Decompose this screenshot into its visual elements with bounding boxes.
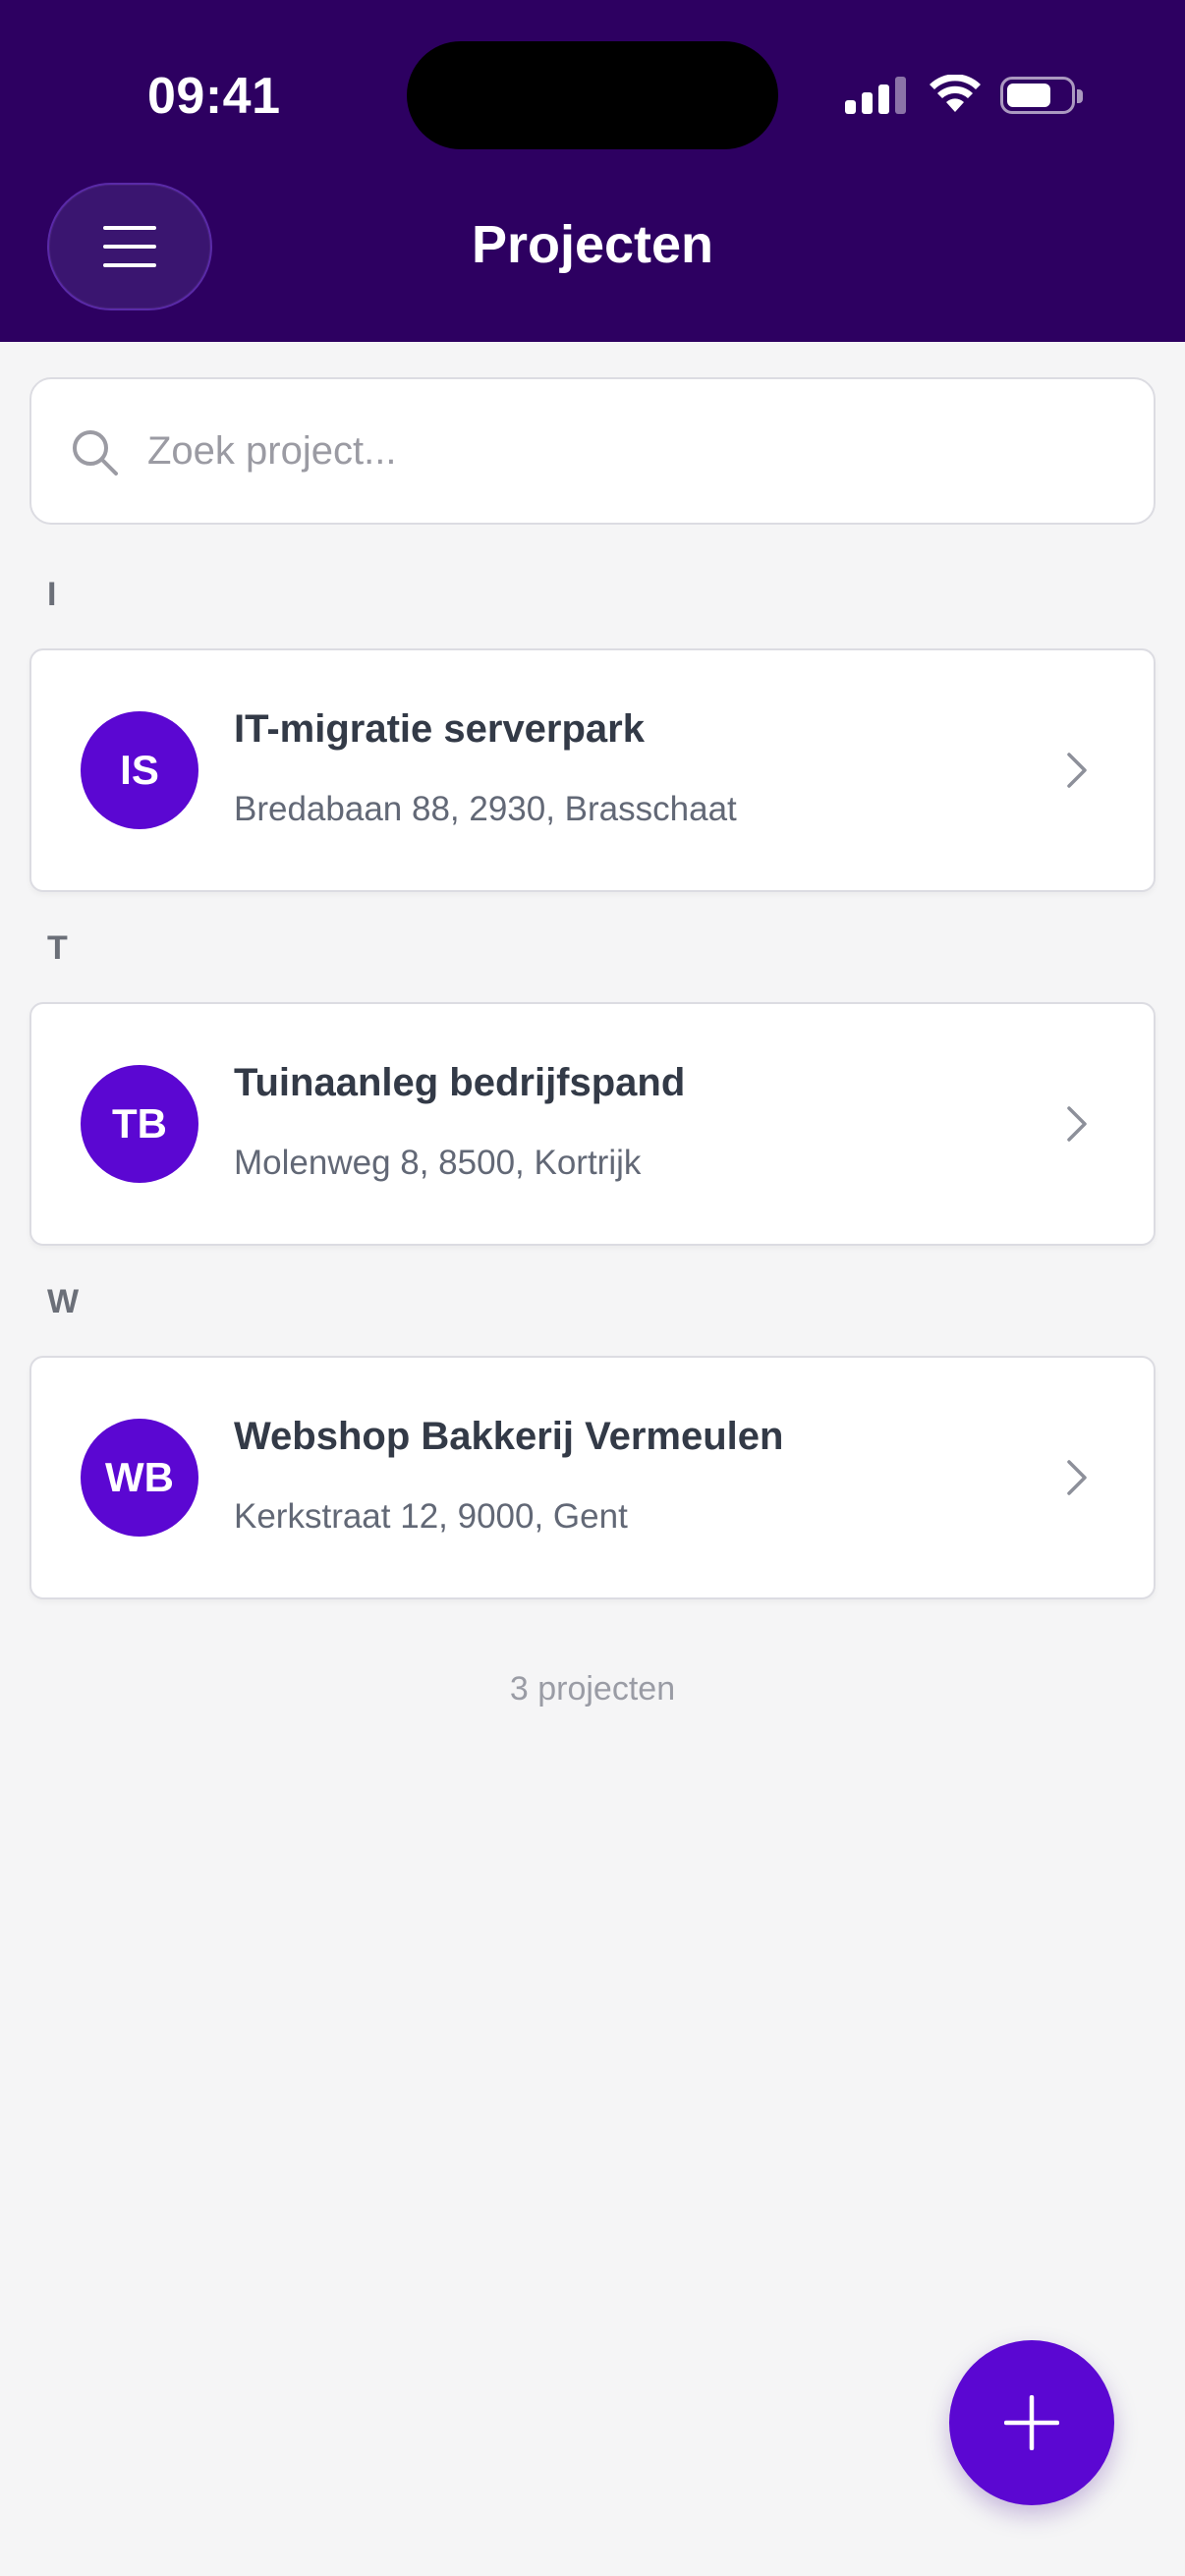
chevron-right-icon: [1067, 1106, 1087, 1142]
status-icons: [845, 75, 1083, 118]
chevron-right-icon: [1067, 1460, 1087, 1495]
project-address: Kerkstraat 12, 9000, Gent: [234, 1497, 628, 1536]
project-card[interactable]: IS IT-migratie serverpark Bredabaan 88, …: [29, 648, 1156, 892]
project-name: Webshop Bakkerij Vermeulen: [234, 1415, 784, 1458]
app-header: 09:41 Projecten: [0, 0, 1185, 342]
status-time: 09:41: [147, 68, 281, 125]
dynamic-island: [407, 41, 778, 149]
project-card[interactable]: WB Webshop Bakkerij Vermeulen Kerkstraat…: [29, 1356, 1156, 1599]
battery-icon: [1000, 77, 1083, 114]
chevron-right-icon: [1067, 753, 1087, 788]
project-avatar: IS: [81, 711, 198, 829]
project-avatar: WB: [81, 1419, 198, 1537]
search-input[interactable]: [147, 409, 1110, 493]
project-avatar: TB: [81, 1065, 198, 1183]
project-address: Molenweg 8, 8500, Kortrijk: [234, 1144, 642, 1182]
section-header-t: T: [47, 929, 68, 967]
search-bar[interactable]: [29, 377, 1156, 525]
project-card[interactable]: TB Tuinaanleg bedrijfspand Molenweg 8, 8…: [29, 1002, 1156, 1246]
add-project-button[interactable]: [949, 2340, 1114, 2505]
project-address: Bredabaan 88, 2930, Brasschaat: [234, 790, 737, 828]
section-header-i: I: [47, 576, 57, 613]
wifi-icon: [930, 75, 981, 112]
project-name: Tuinaanleg bedrijfspand: [234, 1061, 686, 1104]
section-header-w: W: [47, 1283, 80, 1320]
plus-icon: [1004, 2395, 1059, 2450]
page-title: Projecten: [471, 215, 714, 274]
project-name: IT-migratie serverpark: [234, 707, 645, 751]
search-icon: [73, 430, 118, 476]
project-count: 3 projecten: [509, 1670, 676, 1708]
